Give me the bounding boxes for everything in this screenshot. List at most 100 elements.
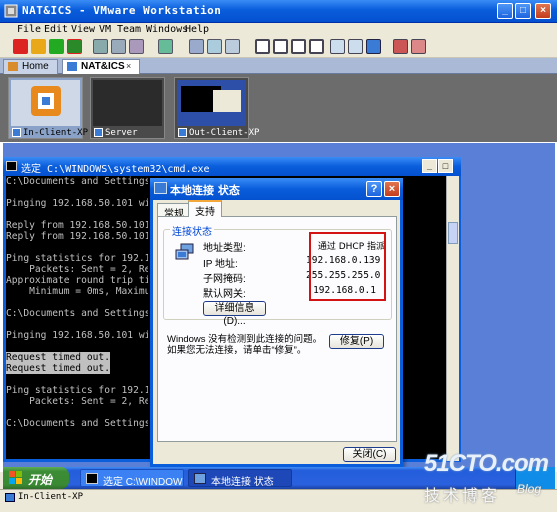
repair-button[interactable]: 修复(P) xyxy=(329,334,384,349)
summary-view-icon[interactable] xyxy=(309,39,324,54)
cmd-line xyxy=(6,297,148,308)
thumbnail-out-client-xp[interactable]: Out-Client-XP xyxy=(174,77,259,139)
cmd-maximize-button[interactable]: □ xyxy=(438,159,453,173)
scroll-thumb[interactable] xyxy=(448,222,458,244)
menu-file[interactable]: File xyxy=(17,24,41,35)
settings-icon[interactable] xyxy=(189,39,204,54)
reset-icon[interactable] xyxy=(67,39,82,54)
cmd-line: Request timed out. xyxy=(6,363,148,374)
tab-bar: Home NAT&ICS × xyxy=(0,58,557,74)
cmd-line: C:\Documents and Settings\ xyxy=(6,176,148,187)
cmd-line xyxy=(6,407,148,418)
window-title: NAT&ICS - VMware Workstation xyxy=(22,4,222,17)
cmd-title-bar[interactable]: 选定 C:\WINDOWS\system32\cmd.exe _ □ xyxy=(3,157,461,176)
tab-home-label: Home xyxy=(22,61,49,72)
menu-edit[interactable]: Edit xyxy=(44,24,68,35)
vmware-title-bar[interactable]: NAT&ICS - VMware Workstation _ □ × xyxy=(0,0,557,23)
help-button[interactable]: ? xyxy=(366,181,382,197)
menu-view[interactable]: View xyxy=(71,24,95,35)
highlight-box xyxy=(309,232,386,301)
taskbar-item-label: 本地连接 状态 xyxy=(211,477,274,487)
revert-icon[interactable] xyxy=(111,39,126,54)
start-button[interactable]: 开始 xyxy=(3,467,69,489)
thumbnail-view-icon[interactable] xyxy=(348,39,363,54)
close-button[interactable]: × xyxy=(535,3,551,19)
details-button[interactable]: 详细信息(D)... xyxy=(203,301,266,327)
snapshot-icon[interactable] xyxy=(93,39,108,54)
snapshot-manager-icon[interactable] xyxy=(129,39,144,54)
taskbar-item-label: 选定 C:\WINDOWS\... xyxy=(103,477,183,487)
thumbnail-label: Server xyxy=(105,128,138,138)
cmd-line-text: Packets: Sent = 2, Rec xyxy=(6,264,148,275)
suspend-icon[interactable] xyxy=(31,39,46,54)
cmd-line xyxy=(6,341,148,352)
team-power-icon[interactable] xyxy=(393,39,408,54)
tab-close-icon[interactable]: × xyxy=(126,61,131,71)
menu-team[interactable]: Team xyxy=(117,24,141,35)
cmd-line-text: Minimum = 0ms, Maximum xyxy=(6,286,148,297)
cmd-line: Minimum = 0ms, Maximum xyxy=(6,286,148,297)
tab-support[interactable]: 支持 xyxy=(188,200,222,218)
cmd-line-text: C:\Documents and Settings\ xyxy=(6,308,148,319)
cmd-output[interactable]: C:\Documents and Settings\ Pinging 192.16… xyxy=(6,176,148,461)
cmd-line: Pinging 192.168.50.101 wit xyxy=(6,198,148,209)
cmd-line: Packets: Sent = 2, Rec xyxy=(6,264,148,275)
cmd-line xyxy=(6,319,148,330)
windows-logo-icon xyxy=(9,471,22,484)
home-icon xyxy=(8,62,18,71)
cmd-line xyxy=(6,187,148,198)
clone-icon[interactable] xyxy=(207,39,222,54)
quick-switch-icon[interactable] xyxy=(273,39,288,54)
cmd-minimize-button[interactable]: _ xyxy=(422,159,437,173)
minimize-button[interactable]: _ xyxy=(497,3,513,19)
cmd-icon xyxy=(86,473,98,484)
dialog-close-button[interactable]: × xyxy=(384,181,400,197)
full-screen-icon[interactable] xyxy=(255,39,270,54)
group-label: 连接状态 xyxy=(170,223,214,238)
team-icon[interactable] xyxy=(158,39,173,54)
cmd-scrollbar[interactable] xyxy=(446,176,459,461)
cmd-line: Ping statistics for 192.16 xyxy=(6,253,148,264)
network-connection-icon xyxy=(175,243,194,260)
menu-vm[interactable]: VM xyxy=(99,24,111,35)
thumbnail-screen xyxy=(93,80,162,126)
taskbar-item-connection-status[interactable]: 本地连接 状态 xyxy=(188,469,292,487)
watermark-site: 51CTO.com xyxy=(424,450,549,477)
cmd-line-text: Pinging 192.168.50.101 wit xyxy=(6,330,148,341)
menu-help[interactable]: Help xyxy=(185,24,209,35)
unity-icon[interactable] xyxy=(291,39,306,54)
thumbnail-server[interactable]: Server xyxy=(90,77,165,139)
view-toggle-icon[interactable] xyxy=(366,39,381,54)
taskbar-item-cmd[interactable]: 选定 C:\WINDOWS\... xyxy=(80,469,184,487)
dialog-title-bar[interactable]: 本地连接 状态 ? × xyxy=(150,178,403,200)
power-off-icon[interactable] xyxy=(13,39,28,54)
record-icon[interactable] xyxy=(225,39,240,54)
menu-bar: File Edit View VM Team Windows Help xyxy=(0,23,557,37)
tab-home[interactable]: Home xyxy=(3,59,58,74)
team-suspend-icon[interactable] xyxy=(411,39,426,54)
maximize-button[interactable]: □ xyxy=(515,3,531,19)
cmd-line-text: Pinging 192.168.50.101 wit xyxy=(6,198,148,209)
cmd-line xyxy=(6,374,148,385)
vm-icon xyxy=(5,493,15,502)
cmd-line-text: Packets: Sent = 2, Rec xyxy=(6,396,148,407)
cmd-line-text: Reply from 192.168.50.101: xyxy=(6,220,148,231)
cmd-line-text: Request timed out. xyxy=(6,352,110,363)
watermark-blog: Blog xyxy=(517,482,542,496)
close-dialog-button[interactable]: 关闭(C) xyxy=(343,447,396,462)
cmd-line-text: C:\Documents and Settings\ xyxy=(6,418,148,429)
vmware-logo-icon xyxy=(4,4,18,18)
subnet-mask-label: 子网掩码: xyxy=(203,274,246,285)
vm-icon xyxy=(178,128,187,137)
power-on-icon[interactable] xyxy=(49,39,64,54)
cmd-line-text: Ping statistics for 192.16 xyxy=(6,253,148,264)
cmd-line xyxy=(6,209,148,220)
cmd-line-text: Approximate round trip tim xyxy=(6,275,148,286)
thumbnail-strip: In-Client-XP Server Out-Client-XP xyxy=(0,74,557,142)
thumbnail-in-client-xp[interactable]: In-Client-XP xyxy=(8,77,88,139)
toolbar xyxy=(0,37,557,58)
menu-windows[interactable]: Windows xyxy=(146,24,188,35)
console-view-icon[interactable] xyxy=(330,39,345,54)
cmd-line-text: Ping statistics for 192.16 xyxy=(6,385,148,396)
vm-icon xyxy=(12,128,21,137)
